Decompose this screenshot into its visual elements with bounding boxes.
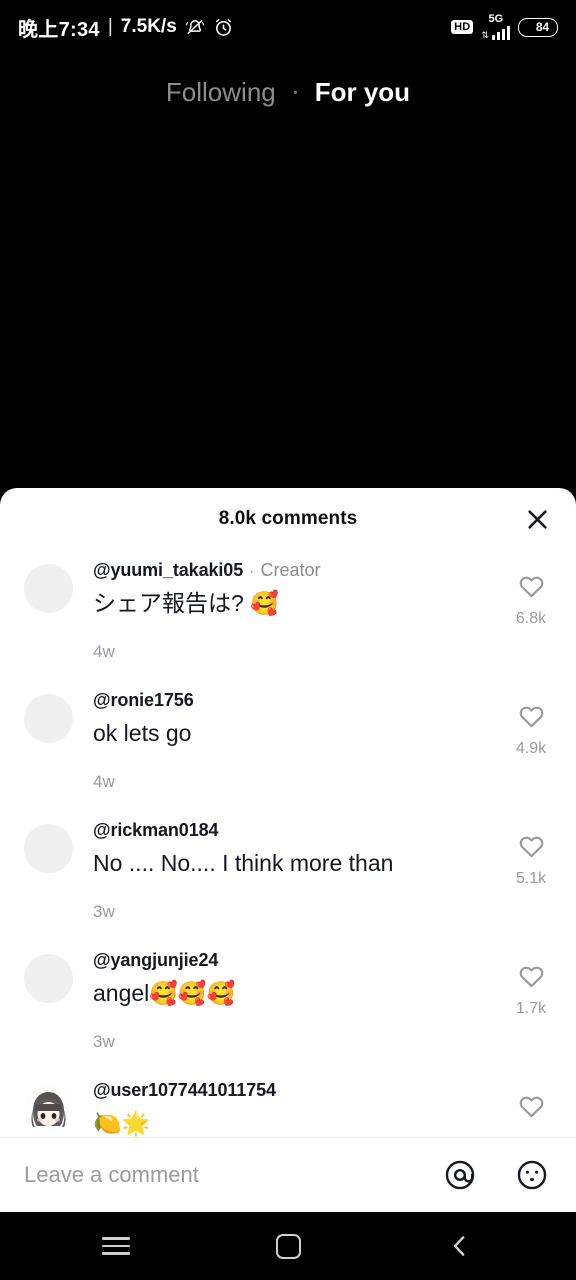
comment-timestamp: 4w bbox=[93, 641, 115, 661]
comment-item[interactable]: @ronie1756 ok lets go 4w 4.9k bbox=[0, 680, 576, 810]
heart-icon[interactable] bbox=[518, 573, 545, 605]
comment-text: angel🥰🥰🥰 bbox=[93, 980, 236, 1006]
comment-input[interactable]: Leave a comment bbox=[24, 1162, 440, 1188]
comment-body: @yuumi_takaki05 · Creator シェア報告は? 🥰 4w bbox=[73, 560, 502, 680]
android-nav-bar bbox=[0, 1212, 576, 1280]
at-mention-icon[interactable] bbox=[440, 1155, 480, 1195]
like-control[interactable]: 1.7k bbox=[502, 950, 560, 1070]
network-speed: 7.5K/s bbox=[120, 16, 177, 37]
tab-for-you[interactable]: For you bbox=[315, 77, 410, 108]
heart-icon[interactable] bbox=[518, 703, 545, 735]
comment-username[interactable]: @ronie1756 bbox=[93, 690, 194, 711]
back-chevron-icon[interactable] bbox=[433, 1219, 487, 1273]
comment-input-bar[interactable]: Leave a comment bbox=[0, 1137, 576, 1212]
comment-user-line: @ronie1756 bbox=[93, 690, 492, 711]
home-square-icon[interactable] bbox=[261, 1219, 315, 1273]
comment-text: シェア報告は? 🥰 bbox=[93, 590, 279, 616]
comment-username[interactable]: @user1077441011754 bbox=[93, 1080, 276, 1101]
comment-sheet-header: 8.0k comments bbox=[0, 488, 576, 550]
comment-item[interactable]: @rickman0184 No .... No.... I think more… bbox=[0, 810, 576, 940]
alarm-clock-icon bbox=[213, 17, 234, 38]
status-bar-right: HD 5G ⇅ 84 bbox=[451, 14, 558, 40]
battery-level: 84 bbox=[535, 20, 550, 34]
avatar[interactable] bbox=[24, 1084, 73, 1133]
status-bar-left: 晚上7:34 | 7.5K/s bbox=[18, 13, 234, 42]
like-control[interactable]: 5.1k bbox=[502, 820, 560, 940]
comment-username[interactable]: @yuumi_takaki05 bbox=[93, 560, 243, 581]
avatar[interactable] bbox=[24, 824, 73, 873]
avatar[interactable] bbox=[24, 694, 73, 743]
comment-item[interactable]: @yangjunjie24 angel🥰🥰🥰 3w 1.7k bbox=[0, 940, 576, 1070]
like-control[interactable] bbox=[502, 1080, 560, 1137]
comment-sheet: 8.0k comments @yuumi_takaki05 · Creator … bbox=[0, 488, 576, 1212]
comment-user-line: @yuumi_takaki05 · Creator bbox=[93, 560, 492, 581]
emoji-smiley-icon[interactable] bbox=[512, 1155, 552, 1195]
menu-recents-icon[interactable] bbox=[89, 1219, 143, 1273]
comment-text: No .... No.... I think more than bbox=[93, 850, 394, 876]
like-count: 5.1k bbox=[515, 870, 547, 887]
battery-indicator: 84 bbox=[518, 17, 558, 37]
comment-timestamp: 4w bbox=[93, 771, 115, 791]
comment-item[interactable]: @user1077441011754 🍋🌟 bbox=[0, 1070, 576, 1137]
comment-body: @rickman0184 No .... No.... I think more… bbox=[73, 820, 502, 940]
heart-icon[interactable] bbox=[518, 1093, 545, 1125]
heart-icon[interactable] bbox=[518, 963, 545, 995]
avatar[interactable] bbox=[24, 954, 73, 1003]
bell-muted-icon bbox=[184, 17, 206, 37]
video-player-area[interactable] bbox=[0, 116, 576, 488]
status-time: 晚上7:34 bbox=[18, 18, 100, 41]
status-bar: 晚上7:34 | 7.5K/s HD 5G ⇅ 84 bbox=[0, 0, 576, 54]
comment-user-line: @rickman0184 bbox=[93, 820, 492, 841]
tiktok-screen: 晚上7:34 | 7.5K/s HD 5G ⇅ 84 Following For… bbox=[0, 0, 576, 1280]
network-type-label: 5G bbox=[488, 13, 504, 25]
like-control[interactable]: 4.9k bbox=[502, 690, 560, 810]
badge-separator: · bbox=[249, 563, 255, 580]
comment-username[interactable]: @rickman0184 bbox=[93, 820, 219, 841]
data-arrows-icon: ⇅ bbox=[481, 30, 489, 40]
close-icon[interactable] bbox=[520, 502, 554, 536]
comment-user-line: @yangjunjie24 bbox=[93, 950, 492, 971]
comment-text: ok lets go bbox=[93, 720, 192, 746]
comment-text: 🍋🌟 bbox=[93, 1110, 151, 1136]
comment-timestamp: 3w bbox=[93, 901, 115, 921]
avatar[interactable] bbox=[24, 564, 73, 613]
creator-badge: Creator bbox=[260, 560, 321, 580]
heart-icon[interactable] bbox=[518, 833, 545, 865]
input-icon-group bbox=[440, 1155, 552, 1195]
tab-separator-dot bbox=[293, 90, 297, 94]
comment-count-title: 8.0k comments bbox=[218, 508, 358, 529]
anime-girl-avatar-icon bbox=[24, 1084, 73, 1133]
comment-item[interactable]: @yuumi_takaki05 · Creator シェア報告は? 🥰 4w 6… bbox=[0, 550, 576, 680]
comment-body: @yangjunjie24 angel🥰🥰🥰 3w bbox=[73, 950, 502, 1070]
comment-timestamp: 3w bbox=[93, 1031, 115, 1051]
like-count: 1.7k bbox=[515, 1000, 547, 1017]
comment-body: @user1077441011754 🍋🌟 bbox=[73, 1080, 502, 1137]
tab-following[interactable]: Following bbox=[166, 77, 276, 108]
comment-body: @ronie1756 ok lets go 4w bbox=[73, 690, 502, 810]
comment-list[interactable]: @yuumi_takaki05 · Creator シェア報告は? 🥰 4w 6… bbox=[0, 550, 576, 1137]
comment-user-line: @user1077441011754 bbox=[93, 1080, 492, 1101]
hd-badge: HD bbox=[451, 19, 474, 35]
like-count: 4.9k bbox=[515, 740, 547, 757]
status-separator: | bbox=[107, 16, 113, 37]
like-control[interactable]: 6.8k bbox=[502, 560, 560, 680]
comment-username[interactable]: @yangjunjie24 bbox=[93, 950, 218, 971]
like-count: 6.8k bbox=[515, 610, 547, 627]
signal-bars-icon: 5G ⇅ bbox=[481, 14, 510, 40]
top-tabs: Following For you bbox=[0, 68, 576, 116]
